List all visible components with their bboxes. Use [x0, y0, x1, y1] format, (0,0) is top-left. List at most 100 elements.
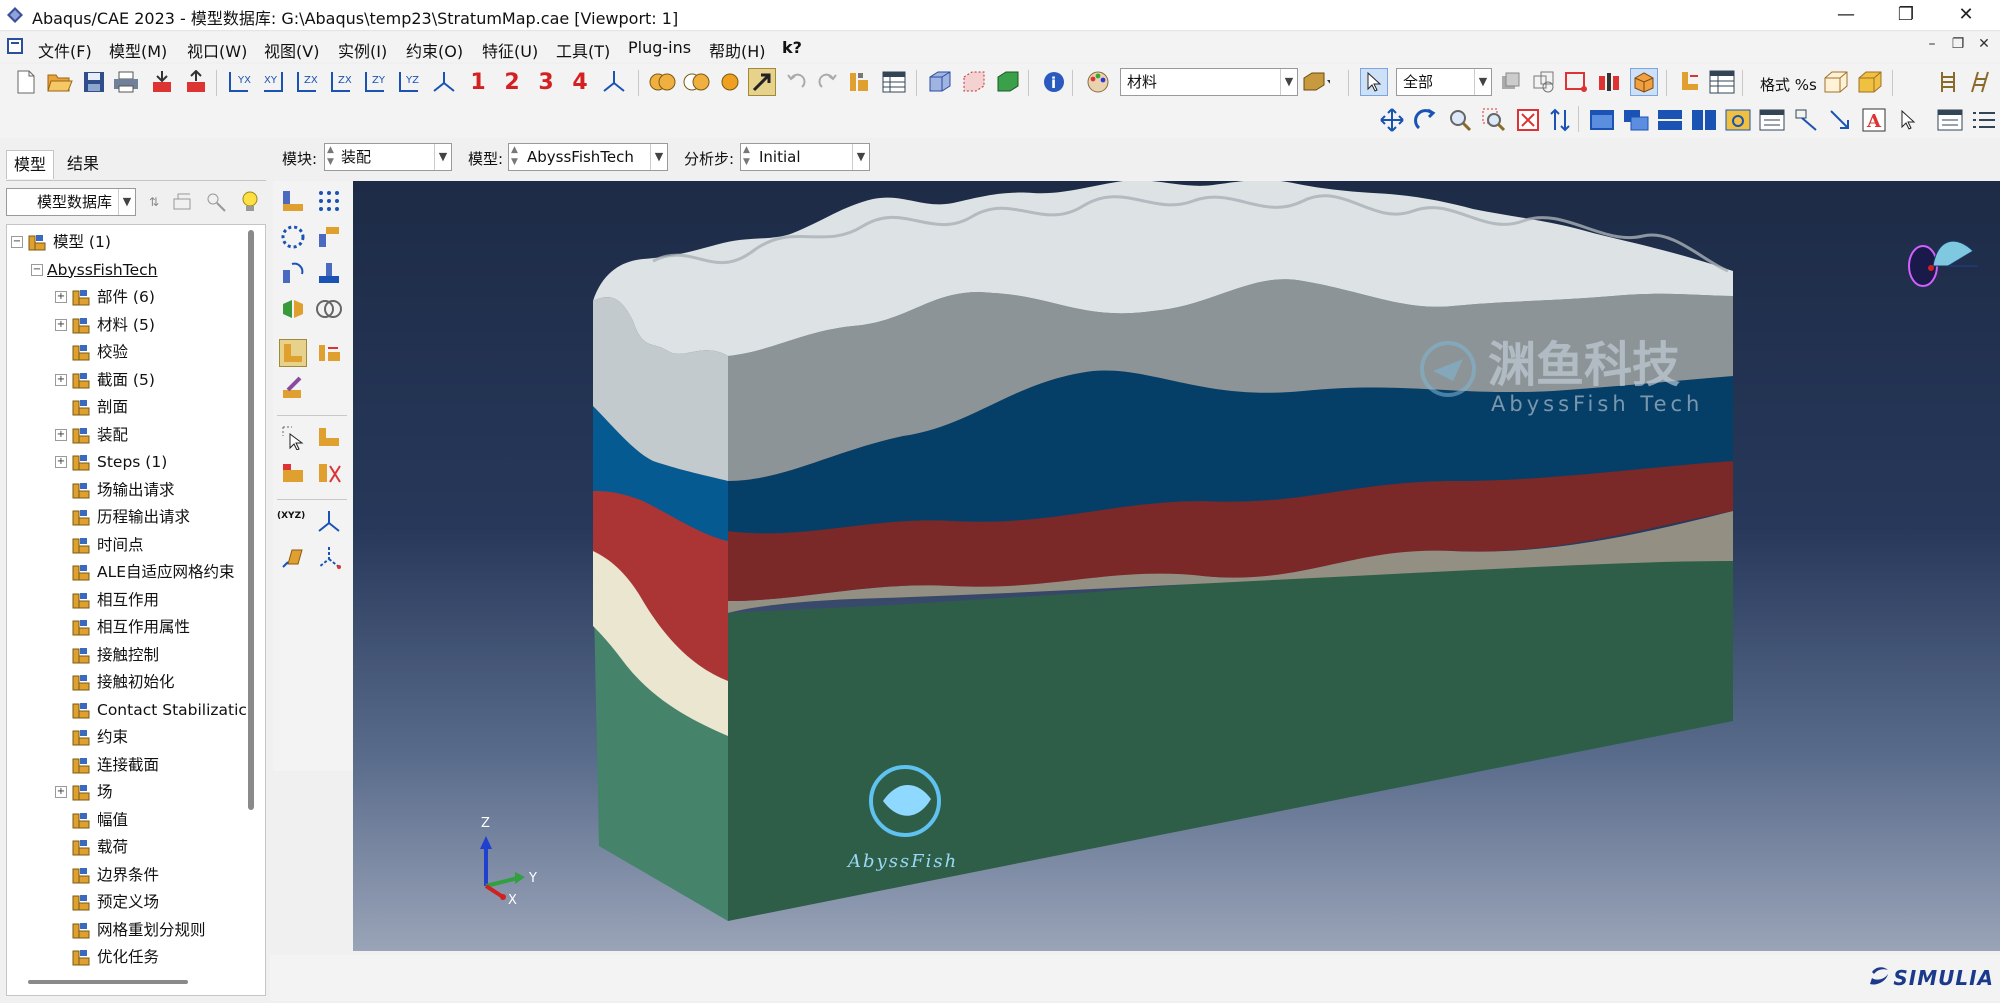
arrow-annotation-icon[interactable]: [1826, 106, 1854, 134]
intersect-icon[interactable]: [682, 68, 710, 96]
viewport-annotation-icon[interactable]: [1758, 106, 1786, 134]
union-icon[interactable]: [648, 68, 676, 96]
ladder-angled-icon[interactable]: [1966, 68, 1994, 96]
view-right-icon[interactable]: YZ: [396, 68, 424, 96]
module-combo[interactable]: ▲ ▼ 装配 ▼: [324, 143, 452, 171]
pick-tool-icon[interactable]: [748, 68, 776, 96]
view-compass[interactable]: [1908, 240, 1978, 287]
ladder-icon[interactable]: [1934, 68, 1962, 96]
auto-fit-icon[interactable]: [1514, 106, 1542, 134]
query-pick-icon[interactable]: [279, 423, 307, 451]
select-cube-icon[interactable]: [1630, 68, 1658, 96]
datum-plane-icon[interactable]: [279, 543, 307, 571]
view-back-icon[interactable]: XY: [260, 68, 288, 96]
layout-horizontal-icon[interactable]: [1656, 106, 1684, 134]
menu-plugins[interactable]: Plug-ins: [628, 38, 691, 57]
view-top-icon[interactable]: ZX: [294, 68, 322, 96]
surface-manager-icon[interactable]: [279, 459, 307, 487]
table-view-icon[interactable]: [1708, 68, 1736, 96]
document-icon[interactable]: [6, 37, 24, 55]
info-icon[interactable]: i: [1040, 68, 1068, 96]
layout-vertical-icon[interactable]: [1690, 106, 1718, 134]
layout-cascade-icon[interactable]: [1622, 106, 1650, 134]
cycle-views-icon[interactable]: [1546, 106, 1574, 134]
restore-button[interactable]: ❐: [1876, 0, 1936, 30]
expand-icon[interactable]: +: [55, 428, 67, 441]
apply-view-icon[interactable]: [600, 68, 628, 96]
select-from-icon[interactable]: [1496, 68, 1524, 96]
query-icon[interactable]: [846, 68, 874, 96]
tree-vertical-scrollbar[interactable]: [248, 230, 254, 810]
undo-icon[interactable]: [782, 68, 810, 96]
color-code-combo[interactable]: 材料 ▼: [1120, 68, 1298, 96]
user-view-2-button[interactable]: 2: [498, 68, 526, 96]
datum-axis-icon[interactable]: [315, 543, 343, 571]
open-folder-icon[interactable]: [46, 68, 74, 96]
rotate-icon[interactable]: [1412, 106, 1440, 134]
boolean-instances-icon[interactable]: [315, 295, 343, 323]
user-view-3-button[interactable]: 3: [532, 68, 560, 96]
minimize-button[interactable]: —: [1816, 0, 1876, 30]
annotation-pointer-icon[interactable]: [1792, 106, 1820, 134]
merge-cut-icon[interactable]: [279, 295, 307, 323]
render-shaded-icon[interactable]: [994, 68, 1022, 96]
pan-icon[interactable]: [1378, 106, 1406, 134]
rotate-instance-icon[interactable]: [279, 259, 307, 287]
step-combo[interactable]: ▲ ▼ Initial ▼: [740, 143, 870, 171]
box-filled-icon[interactable]: [1856, 68, 1884, 96]
select-box-icon[interactable]: [1562, 68, 1590, 96]
view-iso-icon[interactable]: [430, 68, 458, 96]
viewport-canvas[interactable]: 渊鱼科技 AbyssFish Tech AbyssFish Z Y X: [353, 181, 2000, 951]
collapse-icon[interactable]: −: [11, 236, 23, 248]
print-icon[interactable]: [112, 68, 140, 96]
view-left-icon[interactable]: ZY: [362, 68, 390, 96]
context-help-button[interactable]: k?: [782, 38, 802, 57]
menu-view[interactable]: 视图(V): [264, 38, 319, 62]
mdi-close-button[interactable]: ✕: [1976, 36, 1992, 56]
sort-updown-icon[interactable]: ⇅: [140, 188, 168, 216]
sphere-icon[interactable]: [716, 68, 744, 96]
menu-tools[interactable]: 工具(T): [556, 38, 610, 62]
collapse-icon[interactable]: −: [31, 263, 43, 276]
lightbulb-icon[interactable]: [236, 188, 264, 216]
expand-icon[interactable]: +: [55, 373, 67, 386]
menu-viewport[interactable]: 视口(W): [187, 38, 247, 62]
menu-file[interactable]: 文件(F): [38, 38, 92, 62]
menu-feature[interactable]: 特征(U): [482, 38, 538, 62]
datum-xyz-icon[interactable]: (XYZ): [277, 511, 305, 521]
radial-pattern-icon[interactable]: [279, 223, 307, 251]
list-options-icon[interactable]: [1970, 106, 1998, 134]
menu-help[interactable]: 帮助(H): [709, 38, 766, 62]
set-manager-icon[interactable]: [315, 423, 343, 451]
selection-filter-combo[interactable]: 全部 ▼: [1396, 68, 1492, 96]
select-arrow-icon[interactable]: [1360, 68, 1388, 96]
linear-pattern-icon[interactable]: [315, 187, 343, 215]
database-combo[interactable]: 模型数据库 ▼: [6, 188, 136, 216]
save-icon[interactable]: [80, 68, 108, 96]
table-icon[interactable]: [880, 68, 908, 96]
menu-constraint[interactable]: 约束(O): [406, 38, 463, 62]
annotation-manager-icon[interactable]: [1936, 106, 1964, 134]
viewport-legend-icon[interactable]: [1724, 106, 1752, 134]
color-code-icon[interactable]: [1084, 68, 1112, 96]
annotation-select-icon[interactable]: [1894, 106, 1922, 134]
close-button[interactable]: ✕: [1936, 0, 1996, 30]
zoom-icon[interactable]: [1446, 106, 1474, 134]
expand-icon[interactable]: +: [55, 291, 67, 303]
menu-instance[interactable]: 实例(I): [338, 38, 387, 62]
render-hidden-icon[interactable]: [960, 68, 988, 96]
box-outline-icon[interactable]: [1822, 68, 1850, 96]
select-polygon-icon[interactable]: [1596, 68, 1624, 96]
tab-results[interactable]: 结果: [60, 150, 106, 178]
redo-icon[interactable]: [814, 68, 842, 96]
filter-tree-icon[interactable]: [202, 188, 230, 216]
layout-single-icon[interactable]: [1588, 106, 1616, 134]
mdi-restore-button[interactable]: ❐: [1950, 36, 1966, 56]
user-view-4-button[interactable]: 4: [566, 68, 594, 96]
collapse-tree-icon[interactable]: [168, 188, 196, 216]
export-icon[interactable]: [182, 68, 210, 96]
translate-instance-icon[interactable]: [315, 223, 343, 251]
expand-icon[interactable]: +: [55, 456, 67, 468]
datum-csys-icon[interactable]: [315, 507, 343, 535]
view-front-icon[interactable]: YX: [226, 68, 254, 96]
